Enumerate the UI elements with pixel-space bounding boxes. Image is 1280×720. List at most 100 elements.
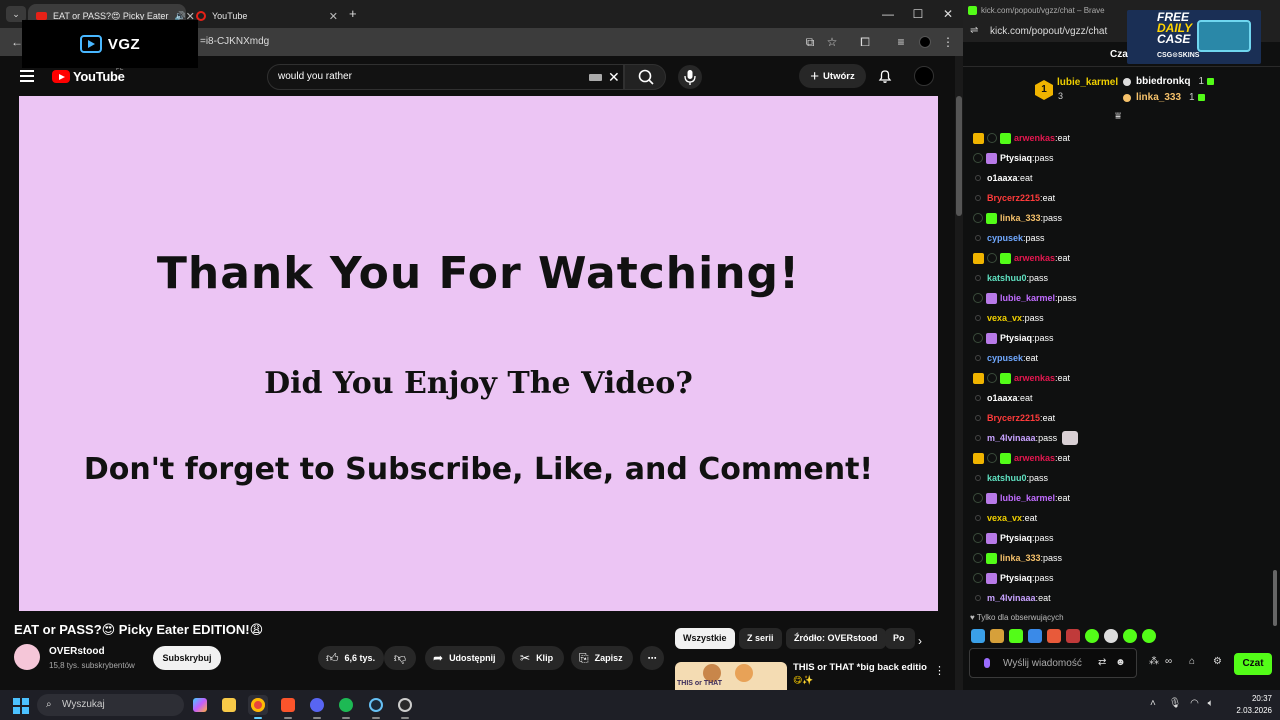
minimize-button[interactable]: — (873, 4, 903, 24)
cast-icon[interactable]: ⧉ (803, 35, 817, 49)
chip-series[interactable]: Z serii (739, 628, 782, 649)
emote-icon[interactable] (990, 629, 1004, 643)
chat-username[interactable]: vexa_vx (987, 513, 1022, 523)
emote-icon[interactable] (1142, 629, 1156, 643)
chat-message[interactable]: arwenkas: eat (973, 248, 1263, 268)
bookmark-star-icon[interactable]: ☆ (825, 35, 839, 49)
profile-avatar[interactable] (919, 36, 931, 48)
collapse-leaderboard-icon[interactable]: ⩸ (1115, 111, 1121, 122)
chat-message[interactable]: o1aaxa: eat (973, 388, 1263, 408)
chat-username[interactable]: arwenkas (1014, 253, 1055, 263)
keyboard-icon[interactable] (589, 74, 602, 81)
scrollbar-thumb[interactable] (1273, 570, 1277, 626)
clock[interactable]: 20:37 2.03.2026 (1232, 693, 1272, 717)
youtube-logo[interactable]: YouTube (52, 69, 125, 84)
hamburger-menu-icon[interactable] (20, 70, 34, 85)
tab-youtube[interactable]: YouTube ✕ (188, 4, 346, 28)
chat-username[interactable]: m_4lvinaaa (987, 593, 1036, 603)
notifications-bell-icon[interactable] (877, 68, 893, 84)
chat-message[interactable]: arwenkas: eat (973, 368, 1263, 388)
channel-name[interactable]: OVERstood (49, 646, 105, 657)
leaderboard-row[interactable]: bbiedronkq 1 (1123, 76, 1215, 87)
subscribe-button[interactable]: Subskrybuj (153, 646, 221, 670)
scrollbar-thumb[interactable] (956, 96, 962, 216)
video-player[interactable]: Thank You For Watching! Did You Enjoy Th… (19, 96, 938, 611)
media-icon[interactable]: ≡ (894, 35, 908, 49)
chat-message[interactable]: lubie_karmel: eat (973, 488, 1263, 508)
settings-gear-icon[interactable]: ⚙ (1213, 656, 1222, 667)
create-button[interactable]: + Utwórz (799, 64, 866, 88)
chip-more[interactable]: Po (885, 628, 915, 649)
emote-icon[interactable] (1085, 629, 1099, 643)
chat-username[interactable]: m_4lvinaaa (987, 433, 1036, 443)
clear-search-icon[interactable]: ✕ (608, 69, 620, 86)
emote-icon[interactable] (1028, 629, 1042, 643)
like-button[interactable]: 👍︎ 6,6 tys. (318, 646, 384, 670)
close-tab-icon[interactable]: ✕ (329, 10, 338, 23)
discord-app-icon[interactable] (307, 695, 327, 719)
copilot-app-icon[interactable] (190, 695, 210, 715)
site-settings-icon[interactable]: ⇌ (970, 25, 978, 36)
chat-username[interactable]: lubie_karmel (1000, 293, 1055, 303)
channel-avatar[interactable] (14, 644, 40, 670)
microphone-icon[interactable]: 🎙︎ (1169, 698, 1182, 709)
account-avatar[interactable] (914, 66, 934, 86)
clip-button[interactable]: ✂ Klip (512, 646, 564, 670)
popout-url[interactable]: kick.com/popout/vgzz/chat (990, 26, 1107, 37)
chat-username[interactable]: cypusek (987, 233, 1023, 243)
wifi-icon[interactable]: ◠ (1190, 698, 1199, 709)
chat-message[interactable]: cypusek: pass (973, 228, 1263, 248)
recommended-video-title[interactable]: THIS or THAT *big back edition (793, 662, 927, 673)
chat-message-input[interactable]: Wyślij wiadomość ⇄ ☻ (969, 648, 1137, 678)
voice-search-button[interactable] (678, 65, 702, 89)
chat-message[interactable]: linka_333: pass (973, 548, 1263, 568)
emote-icon[interactable] (971, 629, 985, 643)
chat-message[interactable]: vexa_vx: pass (973, 308, 1263, 328)
recommended-more-icon[interactable]: ⋮ (934, 664, 945, 677)
chat-message[interactable]: Ptysiaq: pass (973, 148, 1263, 168)
url-field[interactable]: =i8-CJKNXmdg (200, 36, 269, 47)
save-button[interactable]: ⎘ Zapisz (571, 646, 633, 670)
share-button[interactable]: ➦ Udostępnij (425, 646, 505, 670)
emote-icon[interactable] (1104, 629, 1118, 643)
chat-username[interactable]: katshuu0 (987, 473, 1027, 483)
obs-app-icon[interactable] (395, 695, 415, 719)
chat-username[interactable]: Ptysiaq (1000, 153, 1032, 163)
search-button[interactable] (624, 64, 666, 90)
chip-all[interactable]: Wszystkie (675, 628, 735, 649)
chat-message[interactable]: katshuu0: pass (973, 268, 1263, 288)
maximize-button[interactable]: ☐ (903, 4, 933, 24)
browser-menu-icon[interactable]: ⋮ (941, 35, 955, 49)
chat-message[interactable]: Brycerz2215: eat (973, 408, 1263, 428)
chat-message[interactable]: arwenkas: eat (973, 128, 1263, 148)
chat-username[interactable]: Ptysiaq (1000, 333, 1032, 343)
pins-icon[interactable]: ⁂ (1149, 656, 1159, 667)
chat-username[interactable]: Brycerz2215 (987, 193, 1040, 203)
spotify-app-icon[interactable] (336, 695, 356, 719)
chat-username[interactable]: linka_333 (1000, 553, 1041, 563)
chat-username[interactable]: lubie_karmel (1000, 493, 1055, 503)
chat-username[interactable]: arwenkas (1014, 373, 1055, 383)
emoji-icon[interactable]: ☻ (1115, 657, 1126, 668)
emote-icon[interactable] (1047, 629, 1061, 643)
search-input[interactable]: would you rather ✕ (267, 64, 624, 90)
leaderboard-row[interactable]: linka_333 1 (1123, 92, 1205, 103)
chat-username[interactable]: linka_333 (1000, 213, 1041, 223)
emote-icon[interactable] (1123, 629, 1137, 643)
chat-message[interactable]: Ptysiaq: pass (973, 328, 1263, 348)
chat-username[interactable]: vexa_vx (987, 313, 1022, 323)
chat-message[interactable]: vexa_vx: eat (973, 508, 1263, 528)
chat-username[interactable]: Brycerz2215 (987, 413, 1040, 423)
ad-banner[interactable]: FREE DAILY CASE CSG⊙SKINS (1127, 10, 1261, 64)
chat-message[interactable]: cypusek: eat (973, 348, 1263, 368)
windows-start-icon[interactable] (13, 698, 29, 714)
file-explorer-icon[interactable] (219, 695, 239, 715)
chat-message[interactable]: lubie_karmel: pass (973, 288, 1263, 308)
chat-message[interactable]: m_4lvinaaa: pass (973, 428, 1263, 448)
chat-message[interactable]: Ptysiaq: pass (973, 568, 1263, 588)
taskbar-search-input[interactable]: ⌕ Wyszukaj (37, 694, 184, 716)
chat-message[interactable]: Brycerz2215: eat (973, 188, 1263, 208)
brave-app-icon[interactable] (278, 695, 298, 719)
chevron-up-icon[interactable]: ˄ (1150, 698, 1156, 709)
more-actions-button[interactable]: ⋯ (640, 646, 664, 670)
